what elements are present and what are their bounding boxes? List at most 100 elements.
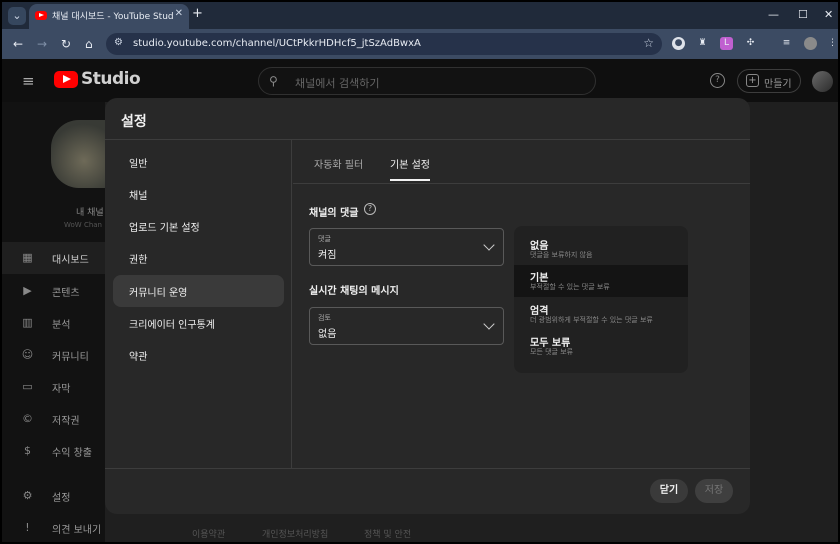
settings-nav-demographics[interactable]: 크리에이터 인구통계 [113, 307, 284, 339]
extensions-puzzle-icon[interactable]: ✣ [744, 37, 757, 50]
settings-dialog: 설정 일반 채널 업로드 기본 설정 권한 커뮤니티 운영 크리에이터 인구통계… [105, 98, 750, 514]
dropdown-label: 댓글 [318, 235, 331, 243]
forward-icon[interactable]: → [37, 37, 47, 51]
channel-name: 내 채널 [76, 208, 104, 218]
settings-nav-upload-defaults[interactable]: 업로드 기본 설정 [113, 210, 284, 242]
dropdown-value: 없음 [318, 329, 337, 340]
chevron-down-icon [483, 239, 495, 251]
create-button[interactable]: + 만들기 [737, 69, 801, 93]
divider [293, 183, 750, 184]
sidebar-item-label: 분석 [52, 320, 71, 331]
create-plus-icon: + [746, 74, 759, 87]
sidebar-item-label: 저작권 [52, 416, 80, 427]
back-icon[interactable]: ← [13, 37, 23, 51]
dashboard-icon: ▦ [22, 251, 33, 264]
settings-nav-permissions[interactable]: 권한 [113, 242, 284, 274]
settings-nav-community[interactable]: 커뮤니티 운영 [113, 275, 284, 307]
sidebar-item-community[interactable]: ☺ 커뮤니티 [2, 339, 105, 371]
option-basic[interactable]: 기본 부적절할 수 있는 댓글 보류 [514, 265, 688, 297]
address-bar-row: ← → ↻ ⌂ ⚙ studio.youtube.com/channel/UCt… [2, 29, 838, 59]
nav-label: 커뮤니티 운영 [129, 288, 188, 299]
channel-search-input[interactable]: ⚲ 채널에서 검색하기 [258, 67, 596, 95]
analytics-icon: ▥ [22, 316, 33, 329]
help-icon[interactable]: ? [710, 73, 725, 88]
studio-sidebar: 내 채널 WoW Chan ▦ 대시보드 ▶ 콘텐츠 ▥ 분석 ☺ 커뮤니티 ▭ 자막 ©… [2, 102, 106, 542]
option-desc: 더 광범위하게 부적절할 수 있는 댓글 보류 [530, 316, 653, 324]
sidebar-item-monetization[interactable]: $ 수익 창출 [2, 435, 105, 467]
comments-dropdown[interactable]: 댓글 켜짐 [309, 228, 504, 266]
close-button[interactable]: 닫기 [650, 479, 688, 503]
extension-purple-icon[interactable]: L [720, 37, 733, 50]
sidebar-item-analytics[interactable]: ▥ 분석 [2, 307, 105, 339]
settings-icon: ⚙ [22, 489, 33, 502]
settings-nav-channel[interactable]: 채널 [113, 178, 284, 210]
copyright-icon: © [22, 412, 33, 425]
community-icon: ☺ [21, 348, 34, 361]
maximize-icon[interactable]: ☐ [798, 8, 808, 21]
settings-nav-general[interactable]: 일반 [113, 146, 284, 178]
channel-avatar[interactable] [51, 120, 106, 188]
option-strict[interactable]: 엄격 더 광범위하게 부적절할 수 있는 댓글 보류 [514, 298, 688, 330]
footer-link-policy[interactable]: 정책 및 안전 [364, 527, 411, 540]
sidebar-item-copyright[interactable]: © 저작권 [2, 403, 105, 435]
feedback-icon: ! [25, 521, 30, 534]
tab-automated-filters[interactable]: 자동화 필터 [314, 156, 363, 171]
save-button[interactable]: 저장 [695, 479, 733, 503]
tab-title: 채널 대시보드 - YouTube Studio [52, 12, 174, 22]
home-icon[interactable]: ⌂ [85, 37, 93, 51]
option-none[interactable]: 없음 댓글을 보류하지 않음 [514, 233, 688, 265]
sidebar-item-label: 콘텐츠 [52, 288, 80, 299]
sidebar-item-label: 수익 창출 [52, 448, 92, 459]
reload-icon[interactable]: ↻ [61, 37, 71, 51]
dialog-title: 설정 [121, 114, 147, 130]
nav-label: 크리에이터 인구통계 [129, 320, 215, 331]
monetization-icon: $ [24, 444, 31, 457]
sidebar-item-dashboard[interactable]: ▦ 대시보드 [2, 242, 105, 274]
sidebar-item-settings[interactable]: ⚙ 설정 [2, 480, 105, 512]
new-tab-icon[interactable]: + [192, 6, 203, 21]
review-options-menu: 없음 댓글을 보류하지 않음 기본 부적절할 수 있는 댓글 보류 엄격 더 광범위하… [514, 226, 688, 373]
nav-label: 업로드 기본 설정 [129, 223, 200, 234]
account-avatar[interactable] [812, 71, 833, 92]
option-desc: 댓글을 보류하지 않음 [530, 251, 593, 259]
footer-link-privacy[interactable]: 개인정보처리방침 [262, 527, 328, 540]
sidebar-item-content[interactable]: ▶ 콘텐츠 [2, 275, 105, 307]
address-bar[interactable]: ⚙ studio.youtube.com/channel/UCtPkkrHDHc… [106, 33, 662, 55]
sidebar-item-label: 자막 [52, 384, 71, 395]
active-tab-indicator [390, 179, 430, 181]
bookmark-star-icon[interactable]: ☆ [643, 36, 654, 50]
reading-list-icon[interactable]: ≡ [780, 37, 793, 50]
studio-logo-text[interactable]: Studio [81, 69, 141, 89]
site-info-icon[interactable]: ⚙ [114, 37, 123, 48]
tab-defaults[interactable]: 기본 설정 [390, 156, 430, 171]
studio-header: ≡ Studio ⚲ 채널에서 검색하기 ? + 만들기 [2, 59, 838, 102]
dropdown-label: 검토 [318, 314, 331, 322]
settings-nav-agreements[interactable]: 약관 [113, 339, 284, 371]
create-label: 만들기 [764, 79, 792, 90]
minimize-icon[interactable]: — [768, 8, 779, 21]
hamburger-menu-icon[interactable]: ≡ [22, 72, 35, 90]
sidebar-item-feedback[interactable]: ! 의견 보내기 [2, 512, 105, 542]
extension-globe-icon[interactable]: ● [672, 37, 685, 50]
sidebar-item-label: 설정 [52, 493, 71, 504]
help-circle-icon[interactable]: ? [364, 203, 376, 215]
profile-avatar-icon[interactable] [804, 37, 817, 50]
chat-review-dropdown[interactable]: 검토 없음 [309, 307, 504, 345]
window-close-icon[interactable]: ✕ [824, 8, 833, 21]
option-hold-all[interactable]: 모두 보류 모든 댓글 보류 [514, 330, 688, 362]
close-tab-icon[interactable]: ✕ [175, 8, 183, 19]
browser-menu-icon[interactable]: ⋮ [826, 37, 838, 50]
tab-search-icon[interactable]: ⌄ [8, 7, 26, 25]
option-desc: 부적절할 수 있는 댓글 보류 [530, 283, 610, 291]
settings-nav: 일반 채널 업로드 기본 설정 권한 커뮤니티 운영 크리에이터 인구통계 약관 [105, 140, 292, 468]
youtube-logo-icon[interactable] [54, 71, 78, 88]
url-text: studio.youtube.com/channel/UCtPkkrHDHcf5… [133, 38, 421, 49]
extension-ghost-icon[interactable]: ♜ [696, 37, 709, 50]
chat-section-title: 실시간 채팅의 메시지 [309, 286, 399, 297]
subtitles-icon: ▭ [22, 380, 33, 393]
footer-link-terms[interactable]: 이용약관 [192, 527, 225, 540]
nav-label: 일반 [129, 159, 148, 170]
chevron-down-icon [483, 318, 495, 330]
sidebar-item-subtitles[interactable]: ▭ 자막 [2, 371, 105, 403]
tab-active[interactable]: 채널 대시보드 - YouTube Studio ✕ [29, 4, 189, 29]
